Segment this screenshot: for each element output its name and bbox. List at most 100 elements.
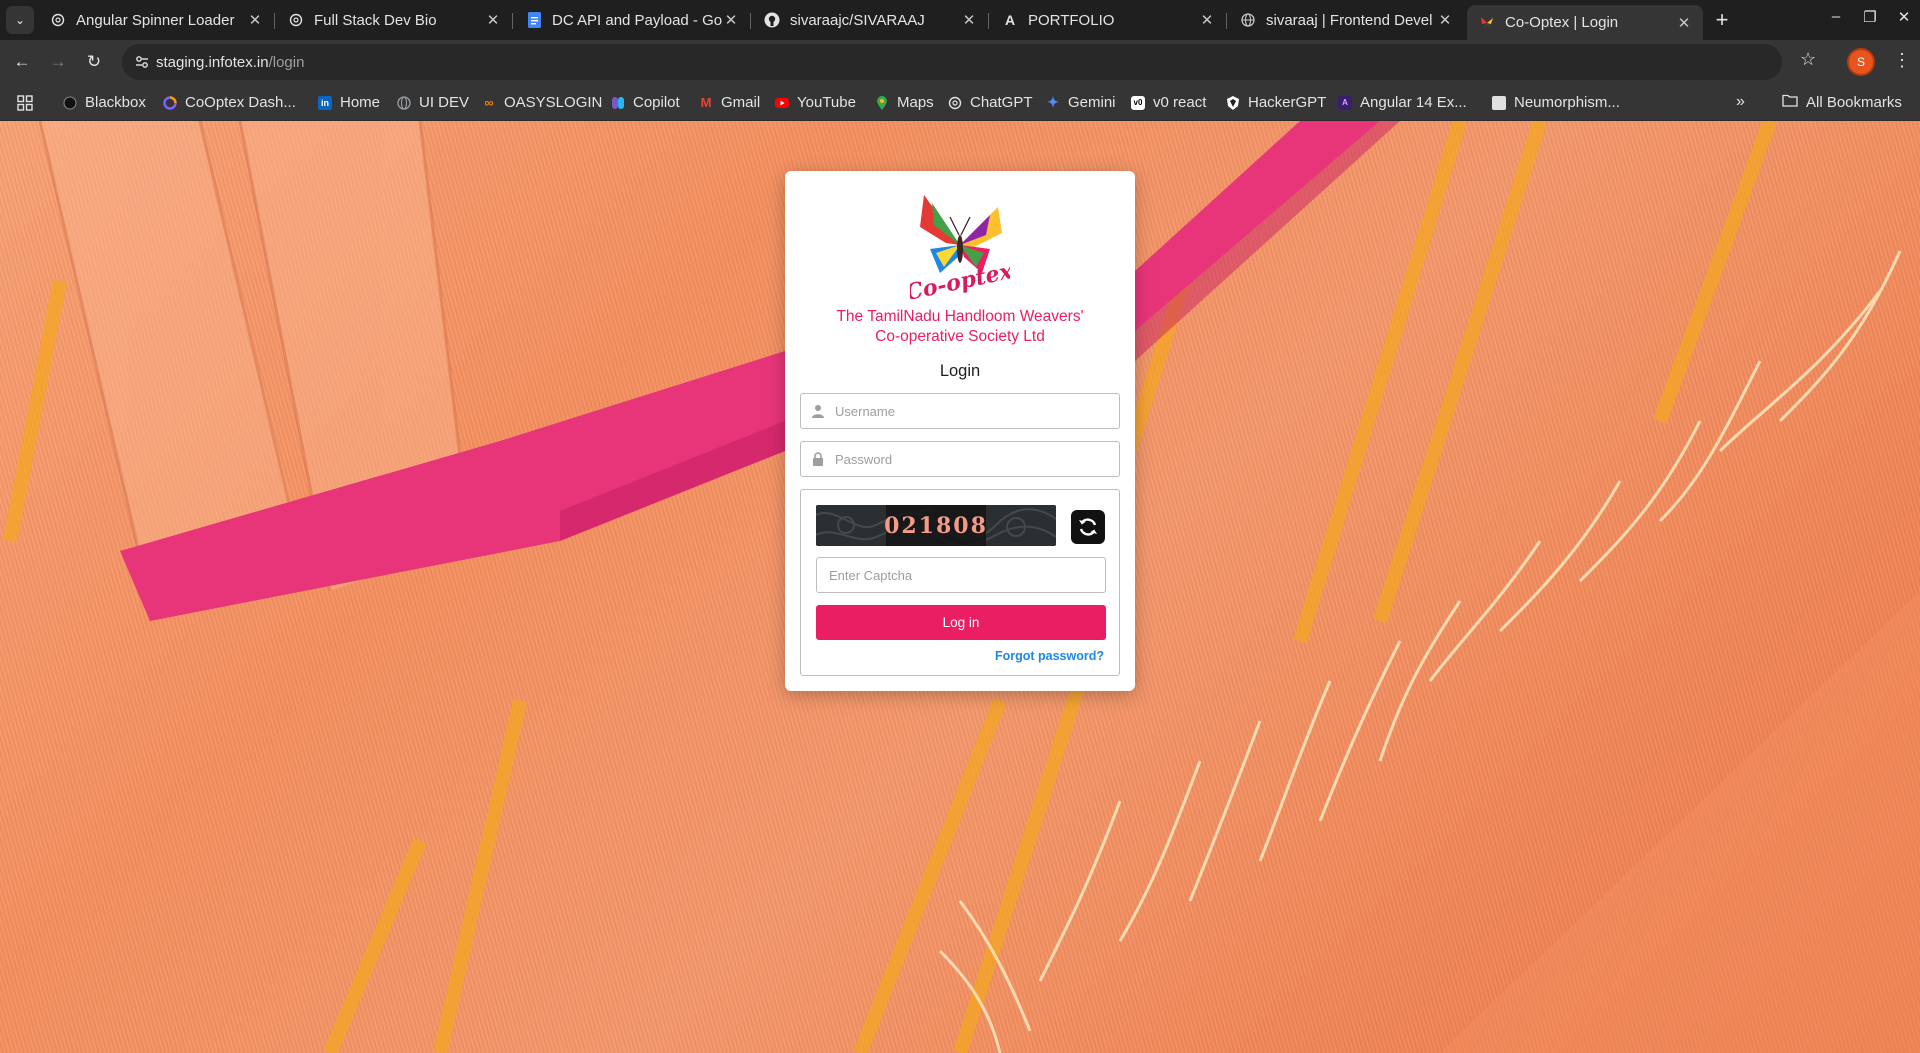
tab-github[interactable]: sivaraajc/SIVARAAJ ✕ [752, 5, 988, 35]
bookmark-label: v0 react [1153, 94, 1207, 111]
tab-title: sivaraajc/SIVARAAJ [790, 11, 925, 29]
gmail-icon: M [700, 95, 712, 110]
bookmark-blackbox[interactable]: Blackbox [63, 94, 146, 111]
close-icon[interactable]: ✕ [960, 11, 978, 29]
login-button[interactable]: Log in [816, 605, 1106, 640]
bookmark-gmail[interactable]: M Gmail [699, 94, 761, 111]
bookmark-label: YouTube [797, 94, 856, 111]
all-bookmarks-button[interactable]: All Bookmarks [1782, 94, 1902, 111]
tab-title: DC API and Payload - Goo [552, 11, 722, 29]
org-line-2: Co-operative Society Ltd [875, 328, 1045, 345]
bookmark-ui-dev[interactable]: UI DEV [397, 94, 469, 111]
angular-icon: A [1338, 95, 1352, 110]
bookmark-hackergpt[interactable]: HackerGPT [1226, 94, 1326, 111]
close-icon[interactable]: ✕ [1436, 11, 1454, 29]
captcha-section: 021808 Log in Forgot password? [800, 489, 1120, 676]
forgot-password-link[interactable]: Forgot password? [995, 649, 1104, 663]
tab-full-stack-bio[interactable]: Full Stack Dev Bio ✕ [276, 5, 512, 35]
github-icon [764, 12, 780, 28]
login-page-background: Co-optex The TamilNadu Handloom Weavers'… [0, 121, 1920, 1053]
bookmark-label: ChatGPT [970, 94, 1033, 111]
bookmark-neumorphism[interactable]: Neumorphism... [1492, 94, 1620, 111]
bookmark-angular-14[interactable]: A Angular 14 Ex... [1338, 94, 1467, 111]
chatgpt-icon [50, 12, 66, 28]
tab-separator [512, 13, 513, 29]
bookmark-label: HackerGPT [1248, 94, 1327, 111]
bookmark-label: Home [340, 94, 381, 111]
portfolio-icon: A [1004, 12, 1016, 28]
hackergpt-icon [1226, 95, 1240, 110]
tab-title: Angular Spinner Loader [76, 11, 235, 29]
back-button[interactable]: ← [8, 48, 36, 76]
bookmark-copilot[interactable]: Copilot [611, 94, 680, 111]
copilot-icon [611, 96, 625, 110]
bookmark-label: OASYSLOGIN [504, 94, 603, 111]
tab-strip: ⌄ Angular Spinner Loader ✕ Full Stack De… [0, 0, 1920, 40]
tab-portfolio[interactable]: A PORTFOLIO ✕ [990, 5, 1226, 35]
globe-icon [1240, 12, 1256, 28]
menu-kebab-icon[interactable]: ⋮ [1893, 50, 1911, 71]
bookmark-label: Maps [897, 94, 934, 111]
captcha-input[interactable] [816, 557, 1106, 593]
username-field[interactable] [800, 393, 1120, 429]
refresh-captcha-button[interactable] [1071, 510, 1105, 544]
close-icon[interactable]: ✕ [1198, 11, 1216, 29]
username-input[interactable] [835, 394, 1115, 428]
chevron-down-icon: ⌄ [14, 13, 26, 27]
password-field[interactable] [800, 441, 1120, 477]
reload-icon: ↻ [86, 52, 102, 71]
close-icon[interactable]: ✕ [246, 11, 264, 29]
bookmark-oasyslogin[interactable]: ∞ OASYSLOGIN [482, 94, 602, 111]
maps-icon [875, 95, 889, 110]
profile-avatar[interactable]: S [1849, 50, 1873, 74]
reload-button[interactable]: ↻ [80, 48, 108, 76]
folder-icon [1782, 94, 1798, 111]
page-icon [1492, 95, 1506, 110]
google-docs-icon [526, 12, 542, 28]
bookmark-youtube[interactable]: YouTube [775, 94, 856, 111]
tab-separator [750, 13, 751, 29]
site-info-icon[interactable] [134, 54, 150, 70]
url-path: /login [268, 54, 305, 71]
window-close-icon[interactable]: ✕ [1892, 8, 1916, 26]
tab-title: PORTFOLIO [1028, 11, 1115, 29]
bookmark-label: Angular 14 Ex... [1360, 94, 1467, 111]
address-bar[interactable]: staging.infotex.in/login [122, 44, 1782, 80]
bookmark-home[interactable]: in Home [318, 94, 380, 111]
bookmark-gemini[interactable]: ✦ Gemini [1046, 94, 1115, 111]
forward-button[interactable]: → [44, 48, 72, 76]
close-icon[interactable]: ✕ [484, 11, 502, 29]
bookmark-label: Copilot [633, 94, 680, 111]
gemini-icon: ✦ [1047, 94, 1059, 110]
tab-dc-api[interactable]: DC API and Payload - Goo ✕ [514, 5, 750, 35]
chatgpt-icon [288, 12, 304, 28]
bookmark-chatgpt[interactable]: ChatGPT [948, 94, 1033, 111]
bookmark-label: CoOptex Dash... [185, 94, 296, 111]
apps-grid-icon[interactable] [17, 95, 33, 111]
close-icon[interactable]: ✕ [1675, 14, 1693, 32]
close-icon[interactable]: ✕ [722, 11, 740, 29]
bookmarks-overflow-icon[interactable]: » [1736, 93, 1745, 111]
bookmark-cooptex-dash[interactable]: CoOptex Dash... [163, 94, 296, 111]
tab-cooptex-login[interactable]: Co-Optex | Login ✕ [1467, 5, 1703, 40]
bookmark-v0-react[interactable]: v0 v0 react [1131, 94, 1206, 111]
tab-separator [988, 13, 989, 29]
restore-icon[interactable]: ❐ [1858, 8, 1882, 26]
login-card: Co-optex The TamilNadu Handloom Weavers'… [785, 171, 1135, 691]
browser-toolbar: ← → ↻ staging.infotex.in/login ☆ S ⋮ [0, 40, 1920, 85]
tab-angular-spinner[interactable]: Angular Spinner Loader ✕ [38, 5, 274, 35]
password-input[interactable] [835, 442, 1115, 476]
refresh-icon [1079, 518, 1097, 536]
captcha-image: 021808 [816, 505, 1056, 546]
bookmark-maps[interactable]: Maps [875, 94, 934, 111]
tab-frontend-dev[interactable]: sivaraaj | Frontend Devel ✕ [1228, 5, 1464, 35]
chatgpt-icon [948, 96, 962, 110]
minimize-icon[interactable]: – [1824, 8, 1848, 25]
all-bookmarks-label: All Bookmarks [1806, 94, 1902, 111]
tab-search-button[interactable]: ⌄ [6, 6, 34, 34]
url-text: staging.infotex.in/login [156, 54, 304, 71]
new-tab-button[interactable]: + [1708, 6, 1736, 34]
bookmark-label: UI DEV [419, 94, 470, 111]
bookmark-star-icon[interactable]: ☆ [1800, 49, 1816, 70]
organization-name: The TamilNadu Handloom Weavers' Co-opera… [785, 307, 1135, 347]
